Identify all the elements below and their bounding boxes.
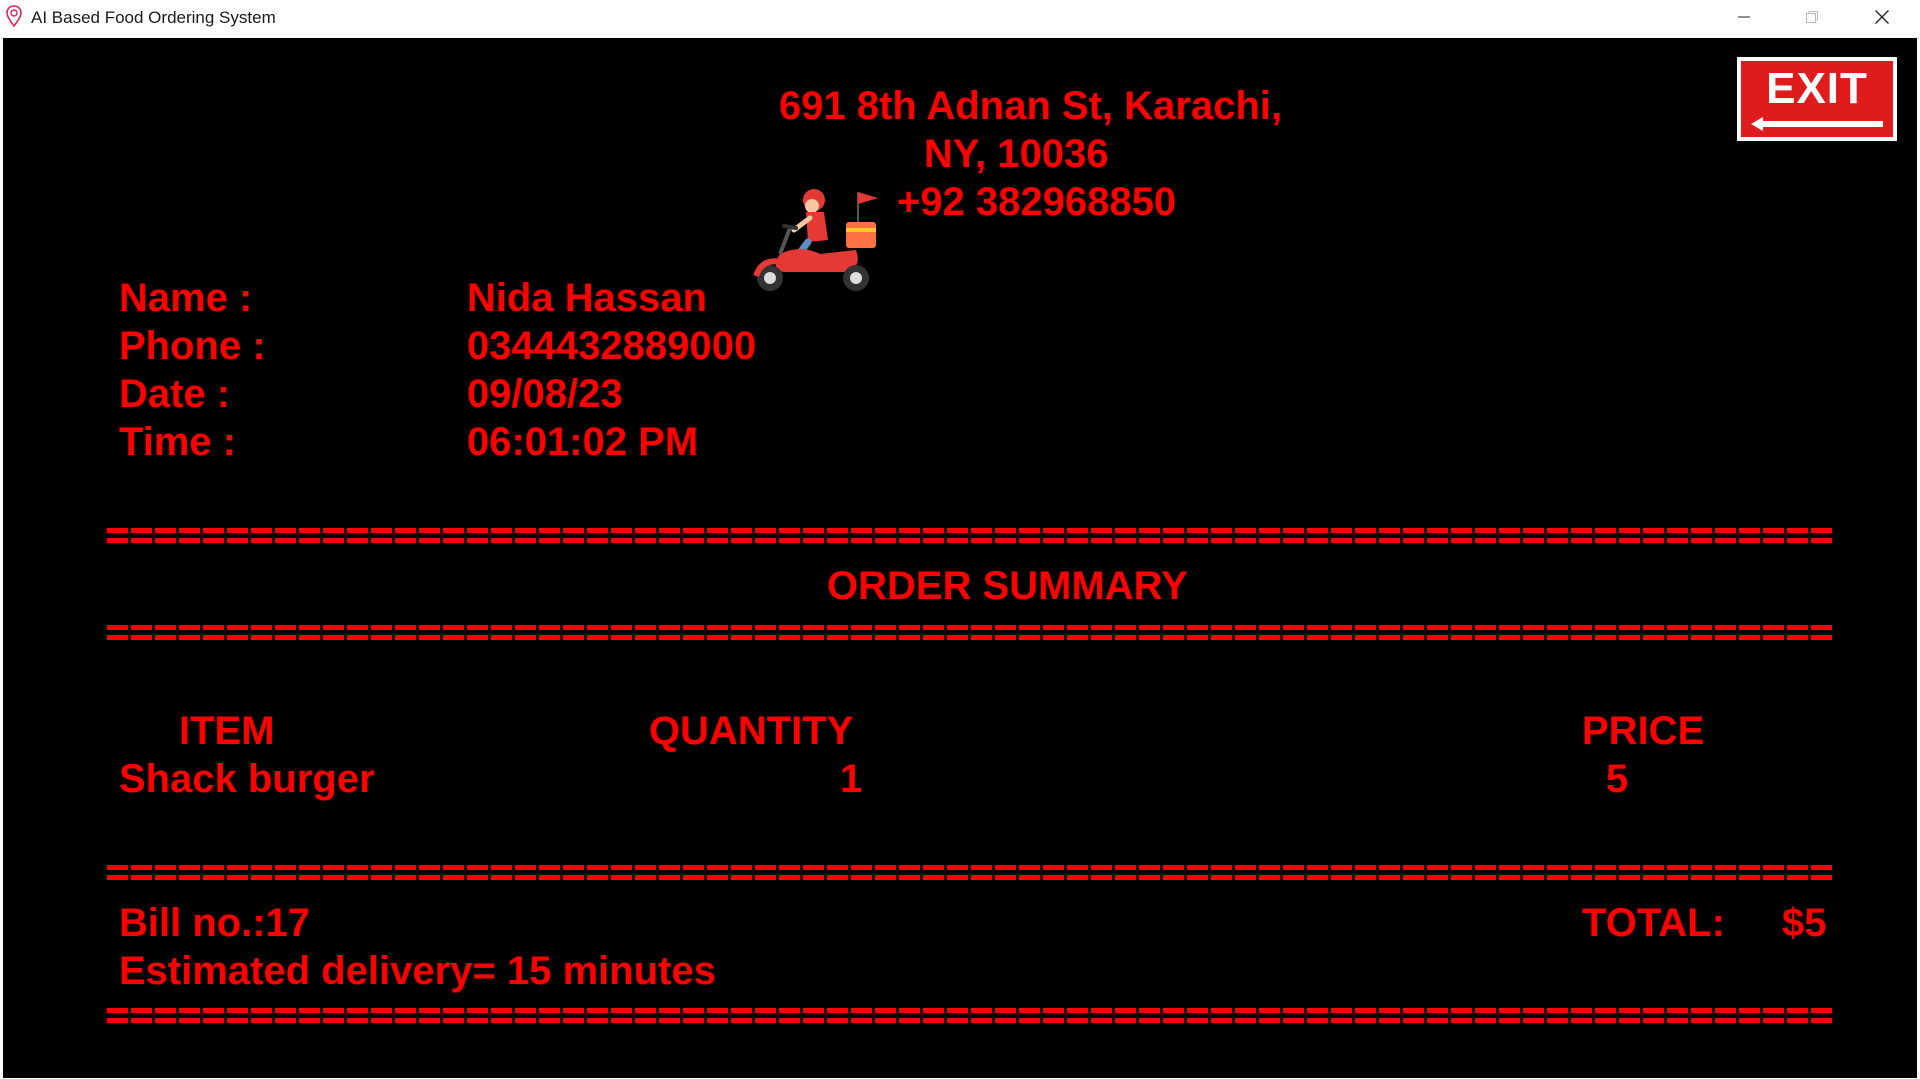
maximize-button[interactable] xyxy=(1778,0,1846,34)
name-value: Nida Hassan xyxy=(467,276,708,320)
phone-label: Phone : xyxy=(119,324,266,368)
separator-line xyxy=(107,865,1834,881)
title-bar: AI Based Food Ordering System xyxy=(0,0,1920,36)
app-pin-icon xyxy=(6,5,22,27)
exit-button-label: EXIT xyxy=(1766,64,1868,113)
close-icon xyxy=(1875,10,1889,24)
total-value: $5 xyxy=(1782,901,1827,945)
minimize-button[interactable] xyxy=(1710,0,1778,34)
address-line-2: NY, 10036 xyxy=(924,132,1109,176)
close-button[interactable] xyxy=(1848,0,1916,34)
column-header-price: PRICE xyxy=(1582,709,1705,753)
window-title: AI Based Food Ordering System xyxy=(31,8,276,27)
estimated-delivery: Estimated delivery= 15 minutes xyxy=(119,949,716,993)
address-line-1: 691 8th Adnan St, Karachi, xyxy=(779,84,1283,128)
total-label: TOTAL: xyxy=(1582,901,1725,945)
column-header-quantity: QUANTITY xyxy=(649,709,854,753)
time-label: Time : xyxy=(119,420,237,464)
column-header-item: ITEM xyxy=(179,709,275,753)
maximize-icon xyxy=(1806,11,1818,23)
name-label: Name : xyxy=(119,276,253,320)
time-value: 06:01:02 PM xyxy=(467,420,699,464)
separator-line xyxy=(107,528,1834,544)
order-item-price: 5 xyxy=(1606,757,1629,801)
bill-number: Bill no.:17 xyxy=(119,901,311,945)
order-item-quantity: 1 xyxy=(840,757,863,801)
delivery-scooter-icon xyxy=(753,189,878,291)
order-summary-title: ORDER SUMMARY xyxy=(827,564,1188,608)
exit-arrow-icon xyxy=(1751,117,1883,131)
separator-line xyxy=(107,1008,1834,1024)
date-label: Date : xyxy=(119,372,231,416)
minimize-icon xyxy=(1738,16,1750,18)
date-value: 09/08/23 xyxy=(467,372,623,416)
restaurant-phone: +92 382968850 xyxy=(897,180,1177,224)
separator-line xyxy=(107,625,1834,641)
order-item-name: Shack burger xyxy=(119,757,375,801)
exit-button[interactable]: EXIT xyxy=(1737,57,1897,141)
phone-value: 0344432889000 xyxy=(467,324,757,368)
